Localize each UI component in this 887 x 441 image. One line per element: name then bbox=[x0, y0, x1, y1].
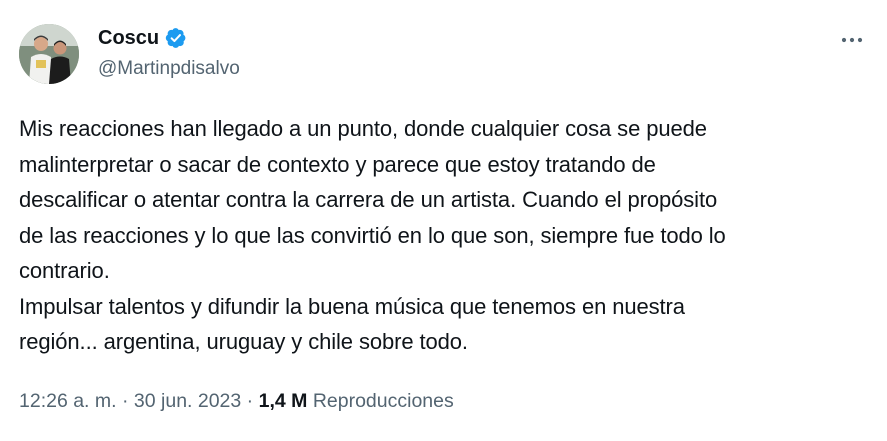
views-label: Reproducciones bbox=[312, 390, 454, 412]
tweet-date[interactable]: 30 jun. 2023 bbox=[134, 390, 241, 412]
more-horizontal-icon bbox=[841, 37, 863, 43]
meta-separator: · bbox=[116, 390, 134, 412]
tweet-card: Coscu @Martinpdisalvo Mis reacciones han… bbox=[0, 0, 887, 441]
author-handle[interactable]: @Martinpdisalvo bbox=[98, 57, 240, 81]
tweet-text: Mis reacciones han llegado a un punto, d… bbox=[19, 116, 726, 354]
author-name-row: Coscu bbox=[98, 26, 187, 50]
views-count: 1,4 M bbox=[258, 390, 308, 412]
more-options-button[interactable] bbox=[832, 26, 872, 54]
tweet-meta: 12:26 a. m. · 30 jun. 2023 · 1,4 M Repro… bbox=[19, 388, 454, 414]
author-display-name[interactable]: Coscu bbox=[98, 26, 159, 50]
verified-badge-icon[interactable] bbox=[165, 27, 187, 49]
avatar[interactable] bbox=[19, 24, 79, 84]
tweet-time[interactable]: 12:26 a. m. bbox=[19, 390, 117, 412]
meta-separator-2: · bbox=[241, 390, 259, 412]
